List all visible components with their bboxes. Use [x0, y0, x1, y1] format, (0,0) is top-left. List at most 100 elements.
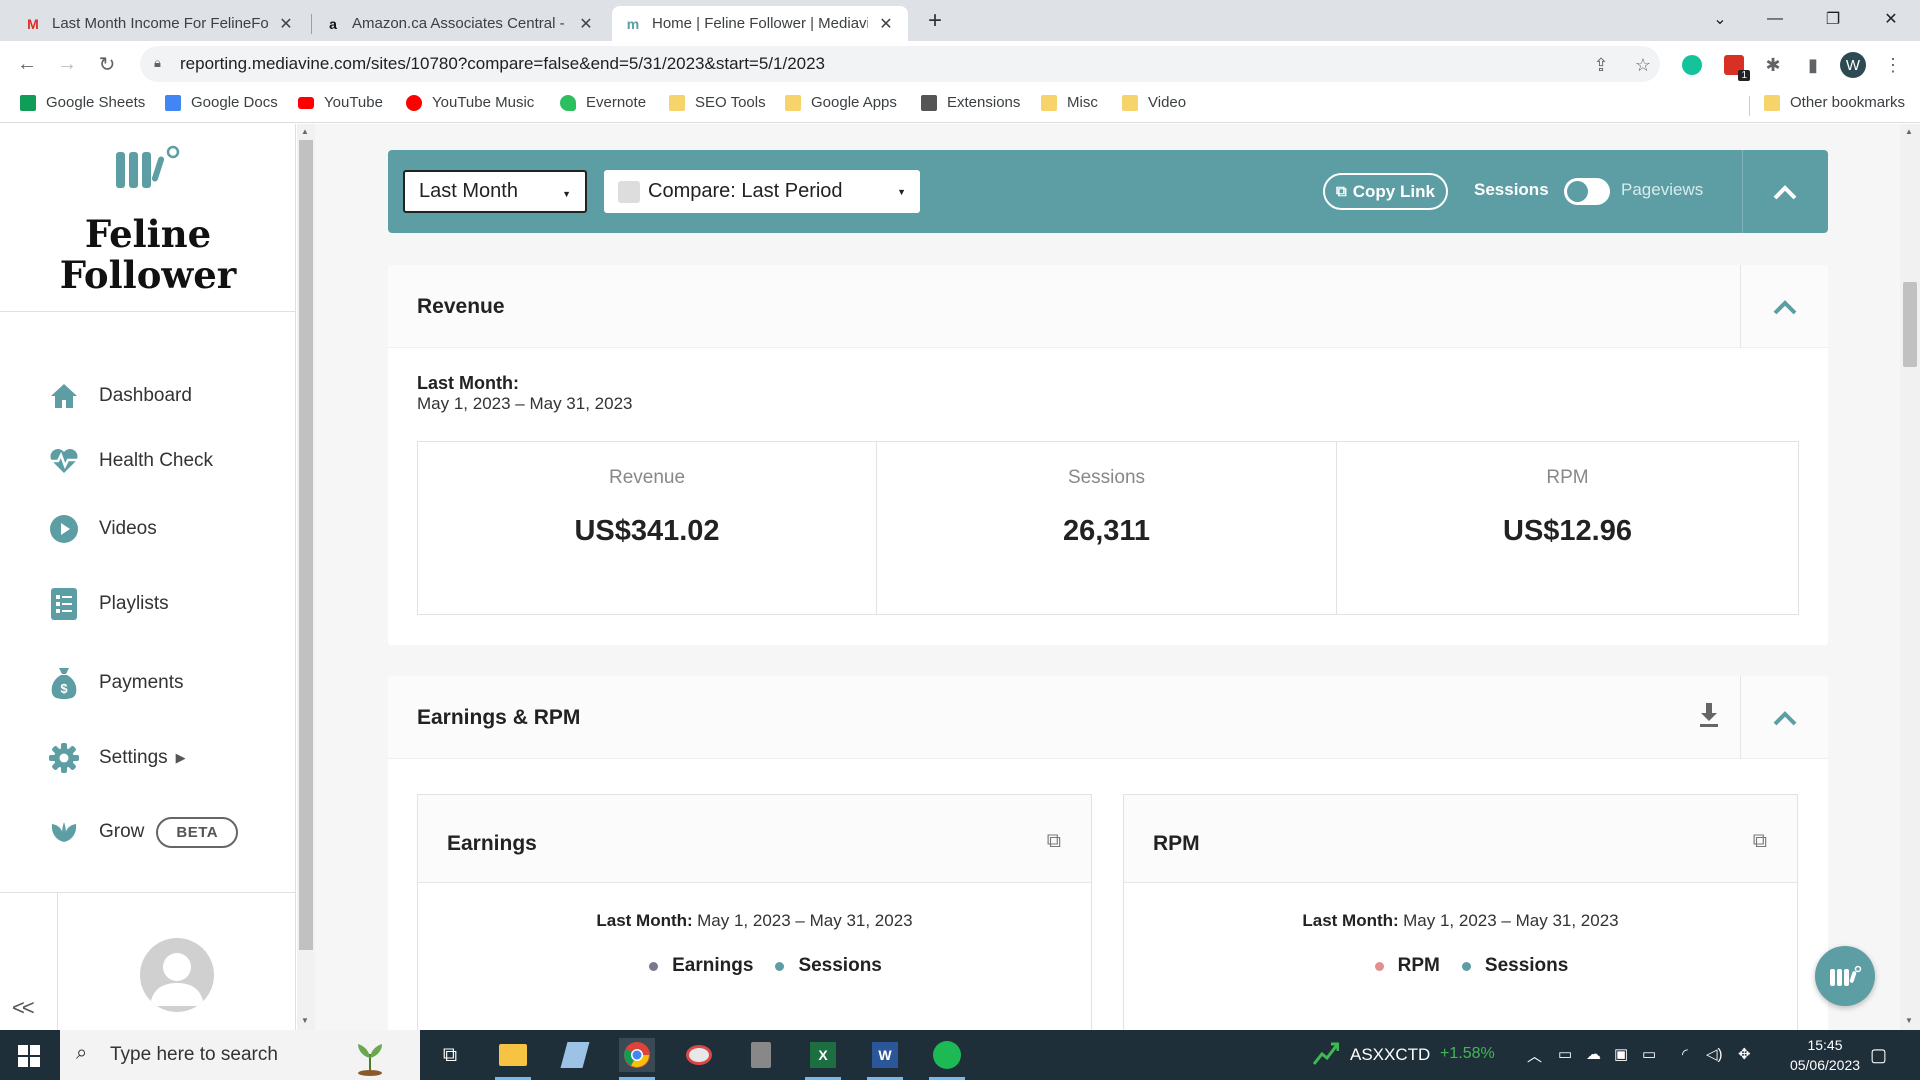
word-icon[interactable]: W: [867, 1038, 903, 1080]
download-button[interactable]: [1698, 702, 1720, 733]
bookmark-google-docs[interactable]: Google Docs: [165, 94, 278, 111]
collapse-earnings-button[interactable]: [1740, 676, 1828, 759]
nav-health-check[interactable]: Health Check: [48, 441, 213, 481]
taskbar-clock[interactable]: 15:45 05/06/2023: [1775, 1035, 1875, 1075]
notifications-icon[interactable]: ▢: [1870, 1045, 1887, 1066]
bookmark-google-apps[interactable]: Google Apps: [785, 94, 897, 111]
period-select[interactable]: Last Month ▼: [403, 170, 587, 213]
dropbox-icon[interactable]: ✥: [1738, 1045, 1751, 1063]
excel-icon[interactable]: X: [805, 1038, 841, 1080]
bookmark-extensions[interactable]: Extensions: [921, 94, 1020, 111]
collapse-filters-button[interactable]: [1743, 150, 1827, 233]
nav-grow[interactable]: Grow BETA: [48, 812, 239, 852]
sidebar-scrollbar[interactable]: ▲ ▼: [297, 124, 315, 1030]
reload-icon[interactable]: ↻: [91, 48, 123, 80]
compare-checkbox[interactable]: [618, 180, 640, 203]
calculator-icon[interactable]: [743, 1038, 779, 1072]
forward-icon[interactable]: →: [51, 48, 83, 80]
puzzle-icon: [921, 94, 937, 111]
tray-chevron-up-icon[interactable]: ︿: [1527, 1045, 1542, 1066]
close-window-icon[interactable]: ✕: [1866, 0, 1916, 38]
revenue-card: Revenue Last Month: May 1, 2023 – May 31…: [388, 265, 1828, 645]
folder-icon: [785, 94, 801, 111]
minimize-icon[interactable]: —: [1750, 0, 1800, 38]
bookmark-star-icon[interactable]: ☆: [1630, 52, 1656, 78]
open-external-icon[interactable]: ⧉: [1047, 830, 1061, 853]
tab-mediavine[interactable]: m Home | Feline Follower | Mediavi ✕: [612, 6, 908, 41]
close-tab-icon[interactable]: ✕: [276, 14, 296, 34]
chevron-up-icon: [1773, 184, 1797, 199]
legend-dot-sessions: [775, 961, 785, 971]
stat-rpm: RPM US$12.96: [1336, 441, 1799, 615]
file-explorer-icon[interactable]: [495, 1038, 531, 1080]
bookmark-seo-tools[interactable]: SEO Tools: [669, 94, 766, 111]
playlist-icon: [48, 588, 80, 620]
nav-settings[interactable]: Settings ▶: [48, 738, 186, 778]
stock-change: +1.58%: [1440, 1045, 1495, 1062]
open-external-icon[interactable]: ⧉: [1753, 830, 1767, 853]
onedrive-icon[interactable]: ☁: [1586, 1045, 1601, 1063]
tab-search-icon[interactable]: ⌄: [1695, 0, 1745, 38]
sessions-pageviews-toggle[interactable]: [1564, 178, 1610, 205]
extension-badge-icon[interactable]: 1: [1721, 52, 1750, 81]
notes-app-icon[interactable]: [557, 1038, 593, 1072]
chat-support-button[interactable]: [1815, 946, 1875, 1006]
compare-select[interactable]: Compare: Last Period ▼: [604, 170, 920, 213]
download-icon: [1700, 703, 1718, 727]
bookmark-evernote[interactable]: Evernote: [560, 94, 646, 111]
browser-tab-bar: M Last Month Income For FelineFol ✕ a Am…: [0, 0, 1920, 41]
tab-gmail[interactable]: M Last Month Income For FelineFol ✕: [12, 6, 308, 41]
new-tab-icon[interactable]: +: [910, 2, 960, 40]
side-panel-icon[interactable]: ▮: [1800, 52, 1826, 78]
bookmark-youtube-music[interactable]: YouTube Music: [406, 94, 534, 111]
paint-app-icon[interactable]: [681, 1038, 717, 1072]
spotify-icon[interactable]: [929, 1038, 965, 1080]
collapse-revenue-button[interactable]: [1740, 265, 1828, 348]
main-scrollbar[interactable]: ▲ ▼: [1900, 124, 1920, 1030]
nav-payments[interactable]: $ Payments: [48, 663, 183, 703]
extensions-puzzle-icon[interactable]: ✱: [1760, 52, 1786, 78]
bookmark-misc[interactable]: Misc: [1041, 94, 1098, 111]
nav-videos[interactable]: Videos: [48, 509, 157, 549]
bookmark-other[interactable]: Other bookmarks: [1764, 94, 1905, 111]
address-bar[interactable]: 🔒︎ reporting.mediavine.com/sites/10780?c…: [140, 46, 1660, 82]
lock-icon: 🔒︎: [154, 55, 161, 70]
collapse-sidebar-button[interactable]: <<: [12, 995, 35, 1021]
bookmark-video[interactable]: Video: [1122, 94, 1186, 111]
restore-icon[interactable]: ❐: [1808, 0, 1858, 38]
sheets-icon: [20, 94, 36, 111]
close-tab-icon[interactable]: ✕: [576, 14, 596, 34]
bookmark-youtube[interactable]: YouTube: [298, 94, 383, 111]
revenue-card-header: Revenue: [388, 265, 1828, 348]
display-icon[interactable]: ▣: [1614, 1045, 1628, 1063]
user-avatar[interactable]: [140, 938, 214, 1012]
task-view-icon[interactable]: ⧉: [432, 1038, 468, 1072]
nav-dashboard[interactable]: Dashboard: [48, 376, 192, 416]
stock-ticker[interactable]: ASXXCTD: [1350, 1045, 1430, 1065]
folder-icon: [1764, 94, 1780, 111]
meet-icon[interactable]: ▭: [1558, 1045, 1572, 1063]
battery-icon[interactable]: ▭: [1642, 1045, 1656, 1063]
windows-start-icon[interactable]: [18, 1045, 40, 1072]
bookmark-google-sheets[interactable]: Google Sheets: [20, 94, 145, 111]
taskbar-search[interactable]: ⌕ Type here to search: [60, 1030, 420, 1080]
play-circle-icon: [48, 513, 80, 545]
chrome-icon[interactable]: [619, 1038, 655, 1080]
earnings-period: Last Month: May 1, 2023 – May 31, 2023: [596, 911, 913, 930]
profile-avatar[interactable]: W: [1840, 52, 1866, 78]
tab-amazon[interactable]: a Amazon.ca Associates Central - H ✕: [312, 6, 608, 41]
copy-link-button[interactable]: ⧉ Copy Link: [1323, 173, 1448, 210]
volume-icon[interactable]: ◁): [1706, 1045, 1723, 1063]
menu-kebab-icon[interactable]: ⋮: [1880, 52, 1906, 78]
share-icon[interactable]: ⇪: [1588, 52, 1614, 78]
rpm-legend: RPM Sessions: [1124, 955, 1797, 977]
legend-dot-earnings: [649, 961, 659, 971]
windows-taskbar: ⌕ Type here to search ⧉ X W ASXXCTD +1.5…: [0, 1030, 1920, 1080]
back-icon[interactable]: ←: [11, 48, 43, 80]
earnings-card-title: Earnings & RPM: [417, 706, 581, 729]
nav-playlists[interactable]: Playlists: [48, 584, 169, 624]
rpm-subcard: RPM ⧉ Last Month: May 1, 2023 – May 31, …: [1123, 794, 1798, 1030]
close-tab-icon[interactable]: ✕: [876, 14, 896, 34]
wifi-icon[interactable]: ◜: [1682, 1045, 1688, 1063]
grammarly-icon[interactable]: [1679, 52, 1705, 78]
